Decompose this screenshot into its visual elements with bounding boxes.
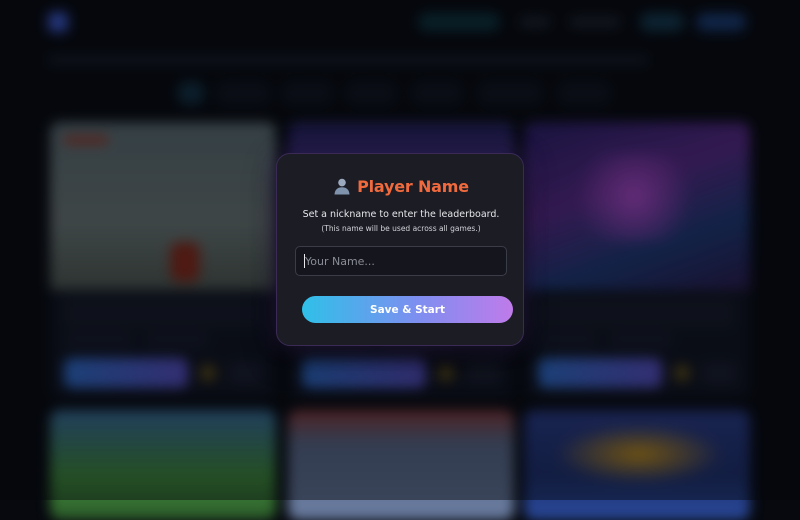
player-name-modal: Player Name Set a nickname to enter the … [276,153,524,346]
modal-title-text: Player Name [357,176,469,196]
save-and-start-button[interactable]: Save & Start [302,296,513,323]
player-name-input[interactable] [295,246,507,276]
modal-title: Player Name [277,174,525,198]
modal-subtitle: Set a nickname to enter the leaderboard. [302,209,500,220]
user-icon [333,177,351,195]
text-caret [304,254,305,268]
modal-note: (This name will be used across all games… [321,224,481,233]
